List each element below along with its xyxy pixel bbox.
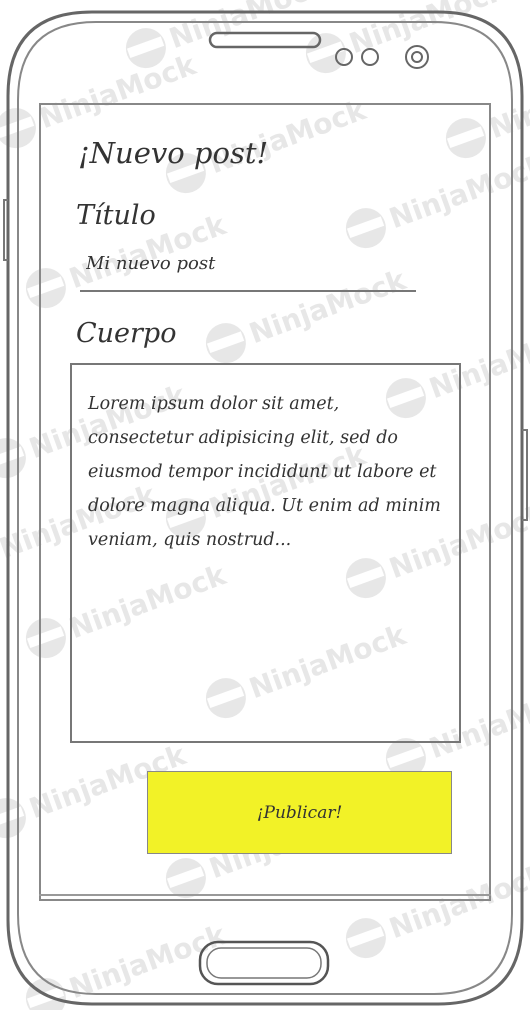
publish-button[interactable]: ¡Publicar!: [147, 771, 452, 854]
sensor-icon: [335, 48, 353, 66]
phone-mockup: NinjaMock NinjaMock NinjaMock NinjaMock Ninj…: [0, 0, 530, 1010]
camera-icon: [405, 45, 429, 69]
sensor-icon: [361, 48, 379, 66]
speaker-grille: [208, 31, 322, 49]
title-label: Título: [76, 200, 156, 231]
screen-divider: [39, 894, 491, 896]
page-title: ¡Nuevo post!: [78, 136, 269, 170]
body-textarea[interactable]: Lorem ipsum dolor sit amet, consectetur …: [70, 363, 461, 743]
body-label: Cuerpo: [76, 318, 177, 349]
home-button[interactable]: [200, 942, 328, 984]
title-input[interactable]: [80, 246, 416, 292]
